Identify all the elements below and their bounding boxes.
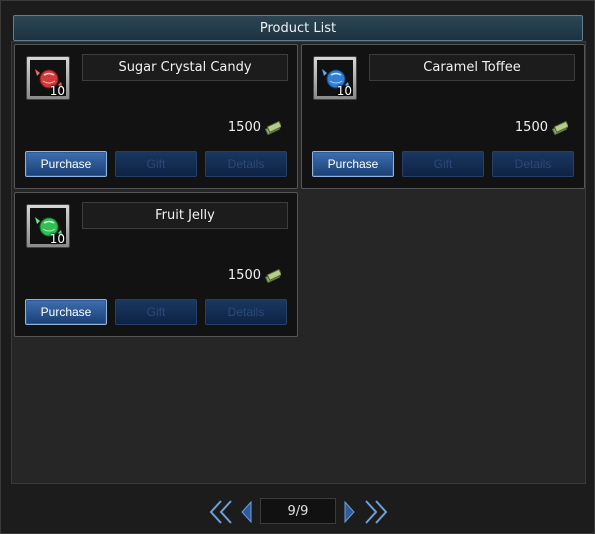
purchase-button[interactable]: Purchase (312, 151, 394, 177)
details-button[interactable]: Details (205, 151, 287, 177)
product-card: 10 Caramel Toffee 1500 Purchase Gift Det… (301, 44, 585, 189)
product-price: 1500 (515, 120, 568, 135)
prev-page-button[interactable] (238, 499, 254, 525)
page-number: 9/9 (287, 503, 309, 519)
page-indicator: 9/9 (260, 498, 336, 524)
price-value: 1500 (514, 120, 548, 135)
double-chevron-right-icon (365, 500, 388, 524)
item-slot[interactable]: 10 (26, 56, 70, 100)
gift-button[interactable]: Gift (115, 151, 197, 177)
chevron-right-icon (344, 500, 355, 524)
purchase-button[interactable]: Purchase (25, 299, 107, 325)
product-card: 10 Fruit Jelly 1500 Purchase Gift Detail… (14, 192, 298, 337)
gift-button[interactable]: Gift (402, 151, 484, 177)
money-icon (265, 120, 281, 135)
price-value: 1500 (227, 120, 261, 135)
chevron-left-icon (241, 500, 252, 524)
item-quantity: 10 (336, 84, 352, 98)
product-name: Caramel Toffee (369, 54, 575, 81)
product-name: Fruit Jelly (82, 202, 288, 229)
window-title-bar: Product List (13, 15, 583, 41)
product-name: Sugar Crystal Candy (82, 54, 288, 81)
double-chevron-left-icon (209, 500, 232, 524)
purchase-button[interactable]: Purchase (25, 151, 107, 177)
item-quantity: 10 (49, 232, 65, 246)
product-card: 10 Sugar Crystal Candy 1500 Purchase Gif… (14, 44, 298, 189)
details-button[interactable]: Details (205, 299, 287, 325)
product-list: 10 Sugar Crystal Candy 1500 Purchase Gif… (11, 41, 586, 484)
last-page-button[interactable] (364, 499, 388, 525)
price-value: 1500 (227, 268, 261, 283)
product-price: 1500 (228, 268, 281, 283)
first-page-button[interactable] (209, 499, 233, 525)
next-page-button[interactable] (342, 499, 358, 525)
item-slot[interactable]: 10 (313, 56, 357, 100)
item-quantity: 10 (49, 84, 65, 98)
gift-button[interactable]: Gift (115, 299, 197, 325)
window-title: Product List (259, 20, 337, 36)
pagination: 9/9 (1, 497, 595, 527)
item-slot[interactable]: 10 (26, 204, 70, 248)
money-icon (552, 120, 568, 135)
details-button[interactable]: Details (492, 151, 574, 177)
product-list-window: Product List 10 Sugar Crystal Candy 1500… (0, 0, 595, 534)
product-price: 1500 (228, 120, 281, 135)
money-icon (265, 268, 281, 283)
